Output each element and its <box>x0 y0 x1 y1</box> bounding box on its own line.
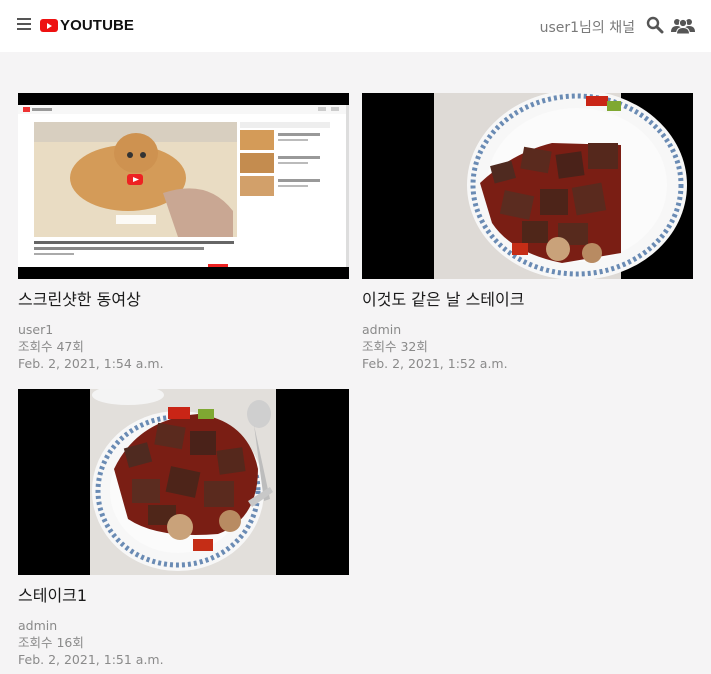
video-card[interactable]: 스테이크1 admin 조회수 16회 Feb. 2, 2021, 1:51 a… <box>18 389 349 668</box>
video-meta: user1 조회수 47회 Feb. 2, 2021, 1:54 a.m. <box>18 321 349 372</box>
my-channel-link[interactable]: user1님의 채널 <box>540 17 635 37</box>
video-date: Feb. 2, 2021, 1:52 a.m. <box>362 356 508 371</box>
search-icon[interactable] <box>646 16 664 34</box>
video-thumbnail[interactable] <box>362 93 693 279</box>
video-title[interactable]: 스크린샷한 동여상 <box>18 291 349 309</box>
video-title[interactable]: 이것도 같은 날 스테이크 <box>362 291 693 309</box>
video-card[interactable]: 스크린샷한 동여상 user1 조회수 47회 Feb. 2, 2021, 1:… <box>18 93 349 372</box>
logo-text: YOUTUBE <box>60 17 135 34</box>
screenshot-thumbnail-image <box>18 93 349 279</box>
users-icon[interactable] <box>671 16 695 34</box>
steak-fork-thumbnail-image <box>18 389 349 575</box>
video-date: Feb. 2, 2021, 1:51 a.m. <box>18 652 164 667</box>
video-views: 조회수 16회 <box>18 635 84 650</box>
video-date: Feb. 2, 2021, 1:54 a.m. <box>18 356 164 371</box>
video-title[interactable]: 스테이크1 <box>18 587 349 605</box>
video-author[interactable]: user1 <box>18 321 349 338</box>
youtube-logo[interactable]: YOUTUBE <box>40 17 134 34</box>
video-thumbnail[interactable] <box>18 93 349 279</box>
video-author[interactable]: admin <box>362 321 693 338</box>
video-meta: admin 조회수 16회 Feb. 2, 2021, 1:51 a.m. <box>18 617 349 668</box>
steak-thumbnail-image <box>362 93 693 279</box>
video-thumbnail[interactable] <box>18 389 349 575</box>
video-views: 조회수 47회 <box>18 339 84 354</box>
hamburger-icon[interactable] <box>17 18 31 32</box>
top-header: YOUTUBE user1님의 채널 <box>0 0 711 52</box>
video-views: 조회수 32회 <box>362 339 428 354</box>
video-author[interactable]: admin <box>18 617 349 634</box>
play-logo-icon <box>40 19 58 32</box>
video-meta: admin 조회수 32회 Feb. 2, 2021, 1:52 a.m. <box>362 321 693 372</box>
video-card[interactable]: 이것도 같은 날 스테이크 admin 조회수 32회 Feb. 2, 2021… <box>362 93 693 372</box>
